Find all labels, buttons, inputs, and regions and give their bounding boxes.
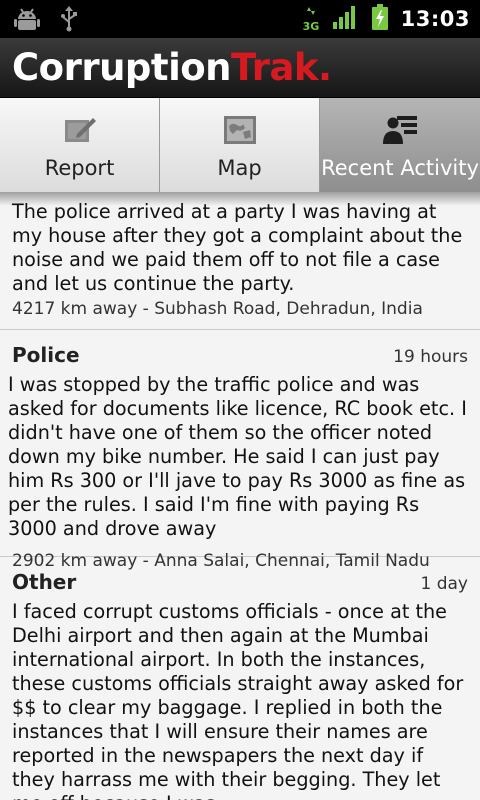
tab-bar: Report Map Recent Activity <box>0 98 480 192</box>
tab-recent-activity[interactable]: Recent Activity <box>320 98 480 192</box>
logo-part1: Corruption <box>12 46 232 89</box>
3g-data-icon: 3G <box>303 5 321 33</box>
report-location: 4217 km away - Subhash Road, Dehradun, I… <box>12 299 423 319</box>
app-logo: CorruptionTrak. <box>12 46 332 89</box>
app-header: CorruptionTrak. <box>0 38 480 98</box>
tab-map[interactable]: Map <box>160 98 320 192</box>
list-item[interactable]: The police arrived at a party I was havi… <box>0 192 480 330</box>
report-category: Police <box>12 343 80 367</box>
tab-report[interactable]: Report <box>0 98 160 192</box>
battery-charging-icon <box>371 4 389 34</box>
report-text: The police arrived at a party I was havi… <box>12 200 463 295</box>
clock: 13:03 <box>400 7 470 31</box>
list-item[interactable]: Police 19 hours I was stopped by the tra… <box>0 330 480 571</box>
tab-recent-activity-label: Recent Activity <box>321 156 479 180</box>
report-time: 1 day <box>420 574 469 594</box>
status-bar: 3G 13:03 <box>0 0 480 38</box>
report-text: I faced corrupt customs officials - once… <box>12 600 464 800</box>
report-category: Other <box>12 570 77 594</box>
tab-report-label: Report <box>44 156 115 180</box>
usb-icon <box>60 6 78 36</box>
tab-map-label: Map <box>217 156 262 180</box>
logo-dot: . <box>318 46 332 89</box>
list-item[interactable]: Other 1 day I faced corrupt customs offi… <box>0 557 480 800</box>
report-time: 19 hours <box>393 347 468 367</box>
report-edit-icon <box>63 114 97 146</box>
network-type-label: 3G <box>302 20 320 33</box>
signal-strength-icon <box>332 5 359 33</box>
android-debug-icon <box>14 7 40 35</box>
logo-part2: Trak <box>231 46 319 89</box>
map-icon <box>223 114 257 146</box>
report-text: I was stopped by the traffic police and … <box>8 373 467 540</box>
recent-activity-icon <box>383 114 417 146</box>
activity-feed[interactable]: The police arrived at a party I was havi… <box>0 192 480 800</box>
